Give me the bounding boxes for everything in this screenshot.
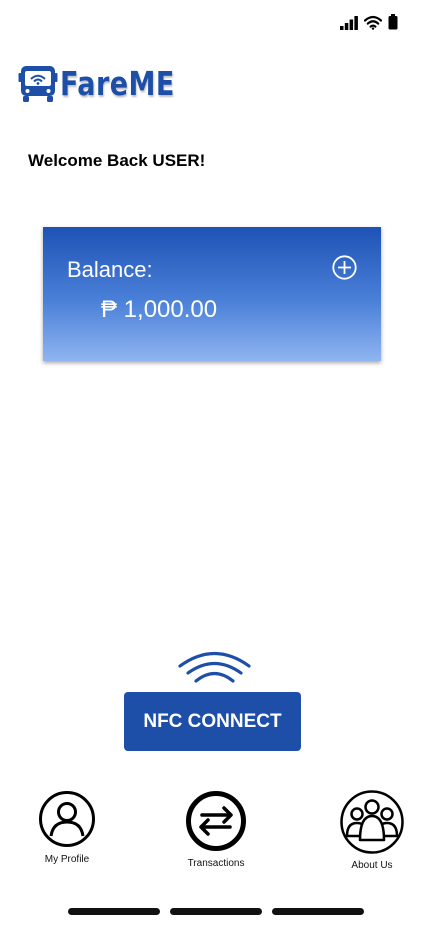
balance-card: Balance: ₱ 1,000.00 bbox=[43, 227, 381, 361]
home-indicator-left bbox=[68, 908, 160, 915]
status-bar bbox=[0, 0, 430, 44]
home-indicator-bar bbox=[0, 908, 430, 916]
home-indicator-center bbox=[170, 908, 262, 915]
app-logo: FareME bbox=[18, 62, 200, 104]
nav-label-about-us: About Us bbox=[351, 860, 393, 871]
add-balance-button[interactable] bbox=[332, 255, 357, 280]
nav-item-transactions[interactable]: Transactions bbox=[161, 790, 271, 874]
cellular-signal-icon bbox=[340, 16, 358, 30]
group-icon bbox=[340, 790, 404, 854]
wifi-icon bbox=[364, 15, 382, 30]
plus-circle-icon bbox=[332, 255, 357, 280]
nfc-connect-button[interactable]: NFC CONNECT bbox=[124, 692, 301, 751]
home-indicator-right bbox=[272, 908, 364, 915]
battery-icon bbox=[388, 14, 398, 30]
bus-nfc-icon bbox=[18, 66, 58, 102]
balance-amount: ₱ 1,000.00 bbox=[101, 296, 218, 323]
welcome-message: Welcome Back USER! bbox=[28, 151, 206, 170]
transfer-arrows-icon bbox=[186, 791, 246, 851]
status-icons bbox=[340, 14, 398, 30]
logo-text: FareME bbox=[60, 63, 175, 103]
balance-label: Balance: bbox=[67, 257, 153, 282]
nfc-waves-icon bbox=[178, 652, 251, 683]
nav-item-my-profile[interactable]: My Profile bbox=[12, 790, 122, 874]
nav-item-about-us[interactable]: About Us bbox=[317, 790, 427, 874]
user-circle-icon bbox=[39, 791, 95, 847]
nav-label-transactions: Transactions bbox=[187, 858, 245, 869]
nav-label-my-profile: My Profile bbox=[44, 854, 90, 865]
